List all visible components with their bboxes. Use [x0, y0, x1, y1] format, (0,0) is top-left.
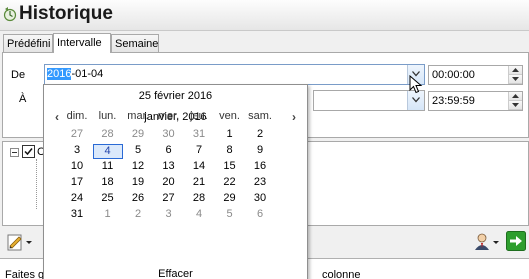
pencil-document-icon	[7, 234, 32, 251]
tab-semaine[interactable]: Semaine	[111, 34, 159, 53]
calendar-day[interactable]: 16	[245, 160, 275, 175]
to-label: À	[19, 93, 27, 105]
calendar-day[interactable]: 10	[62, 160, 92, 175]
from-time-field[interactable]: 00:00:00	[428, 65, 523, 85]
tree-root-checkbox[interactable]	[22, 145, 35, 158]
to-time-spinner[interactable]	[508, 92, 522, 110]
from-date-year-selected: 2016	[47, 68, 72, 80]
calendar-day[interactable]: 18	[93, 176, 123, 191]
calendar-day[interactable]: 27	[154, 192, 184, 207]
calendar-clear-button[interactable]: Effacer	[44, 268, 307, 279]
calendar-day[interactable]: 31	[62, 208, 92, 223]
caret-up-icon	[512, 94, 519, 98]
from-time-spinner[interactable]	[508, 66, 522, 84]
from-time-value: 00:00:00	[432, 69, 475, 81]
edit-menu-button[interactable]	[6, 232, 34, 252]
from-date-field[interactable]: 2016-01-04	[44, 64, 425, 85]
to-time-field[interactable]: 23:59:59	[428, 91, 523, 111]
calendar-day[interactable]: 12	[123, 160, 153, 175]
calendar-today-label[interactable]: 25 février 2016	[44, 90, 307, 102]
arrow-right-icon	[506, 231, 526, 251]
date-picker-popup: 25 février 2016 ‹ janvier, 2016 › dim. lu…	[43, 84, 308, 279]
mouse-cursor-icon	[409, 75, 423, 94]
calendar-day[interactable]: 2	[123, 208, 153, 223]
calendar-weekday: mer.	[157, 110, 180, 122]
calendar-weekday: sam.	[248, 110, 272, 122]
calendar-day[interactable]: 11	[93, 160, 123, 175]
calendar-day[interactable]: 13	[154, 160, 184, 175]
calendar-day[interactable]: 23	[245, 176, 275, 191]
calendar-week-row: 31 1 2 3 4 5 6	[64, 208, 290, 224]
calendar-day[interactable]: 22	[215, 176, 245, 191]
calendar-day[interactable]: 27	[62, 128, 92, 143]
calendar-week-row: 27 28 29 30 31 1 2	[64, 128, 290, 144]
page-title: Historique	[19, 3, 113, 24]
title-bar: Historique	[0, 0, 529, 31]
calendar-day[interactable]: 15	[215, 160, 245, 175]
tree-connector	[36, 159, 37, 209]
calendar-day[interactable]: 30	[154, 128, 184, 143]
calendar-week-row: 24 25 26 27 28 29 30	[64, 192, 290, 208]
calendar-day[interactable]: 6	[245, 208, 275, 223]
calendar-weekday-header: dim. lun. mar. mer. jeu. ven. sam.	[64, 110, 290, 126]
calendar-weekday: dim.	[66, 110, 88, 122]
from-date-value: 2016-01-04	[47, 68, 103, 80]
caret-down-icon	[512, 77, 519, 81]
calendar-day[interactable]: 5	[215, 208, 245, 223]
calendar-weekday: lun.	[98, 110, 117, 122]
calendar-weekday: ven.	[219, 110, 240, 122]
calendar-day[interactable]: 29	[123, 128, 153, 143]
calendar-day[interactable]: 26	[123, 192, 153, 207]
calendar-day[interactable]: 3	[62, 144, 92, 159]
calendar-day[interactable]: 28	[93, 128, 123, 143]
tree-collapse-toggle[interactable]	[10, 148, 19, 157]
spin-down-button[interactable]	[509, 75, 522, 84]
calendar-day[interactable]: 20	[154, 176, 184, 191]
calendar-day[interactable]: 1	[215, 128, 245, 143]
tab-intervalle[interactable]: Intervalle	[53, 33, 111, 53]
calendar-day[interactable]: 2	[245, 128, 275, 143]
calendar-day[interactable]: 29	[215, 192, 245, 207]
status-text-right: colonne	[322, 269, 361, 279]
calendar-day[interactable]: 4	[184, 208, 214, 223]
calendar-day[interactable]: 7	[184, 144, 214, 159]
user-icon	[475, 233, 499, 250]
tab-predefini[interactable]: Prédéfini	[3, 34, 53, 53]
calendar-weekday: mar.	[127, 110, 149, 122]
history-icon	[3, 7, 17, 22]
status-text-left: Faites g	[5, 269, 45, 279]
calendar-day[interactable]: 9	[245, 144, 275, 159]
calendar-day-selected[interactable]: 4	[92, 144, 123, 159]
calendar-day[interactable]: 1	[93, 208, 123, 223]
calendar-day[interactable]: 8	[215, 144, 245, 159]
caret-down-icon	[512, 103, 519, 107]
calendar-day[interactable]: 25	[93, 192, 123, 207]
calendar-day[interactable]: 3	[154, 208, 184, 223]
check-icon	[24, 148, 33, 156]
calendar-day[interactable]: 14	[184, 160, 214, 175]
chevron-down-icon	[412, 97, 420, 103]
user-menu-button[interactable]	[474, 232, 502, 252]
to-time-value: 23:59:59	[432, 95, 475, 107]
calendar-day[interactable]: 17	[62, 176, 92, 191]
from-date-rest: -01-04	[71, 68, 104, 80]
calendar-week-row: 10 11 12 13 14 15 16	[64, 160, 290, 176]
calendar-day[interactable]: 21	[184, 176, 214, 191]
spin-up-button[interactable]	[509, 92, 522, 101]
calendar-day[interactable]: 24	[62, 192, 92, 207]
calendar-day[interactable]: 28	[184, 192, 214, 207]
calendar-week-row: 3456789	[64, 144, 290, 160]
calendar-day[interactable]: 31	[184, 128, 214, 143]
from-label: De	[11, 69, 26, 81]
go-button[interactable]	[506, 231, 526, 251]
calendar-day[interactable]: 5	[123, 144, 153, 159]
calendar-day[interactable]: 19	[123, 176, 153, 191]
calendar-day[interactable]: 6	[154, 144, 184, 159]
calendar-day[interactable]: 30	[245, 192, 275, 207]
spin-up-button[interactable]	[509, 66, 522, 75]
calendar-week-row: 17 18 19 20 21 22 23	[64, 176, 290, 192]
caret-up-icon	[512, 68, 519, 72]
spin-down-button[interactable]	[509, 101, 522, 110]
calendar-weekday: jeu.	[190, 110, 208, 122]
